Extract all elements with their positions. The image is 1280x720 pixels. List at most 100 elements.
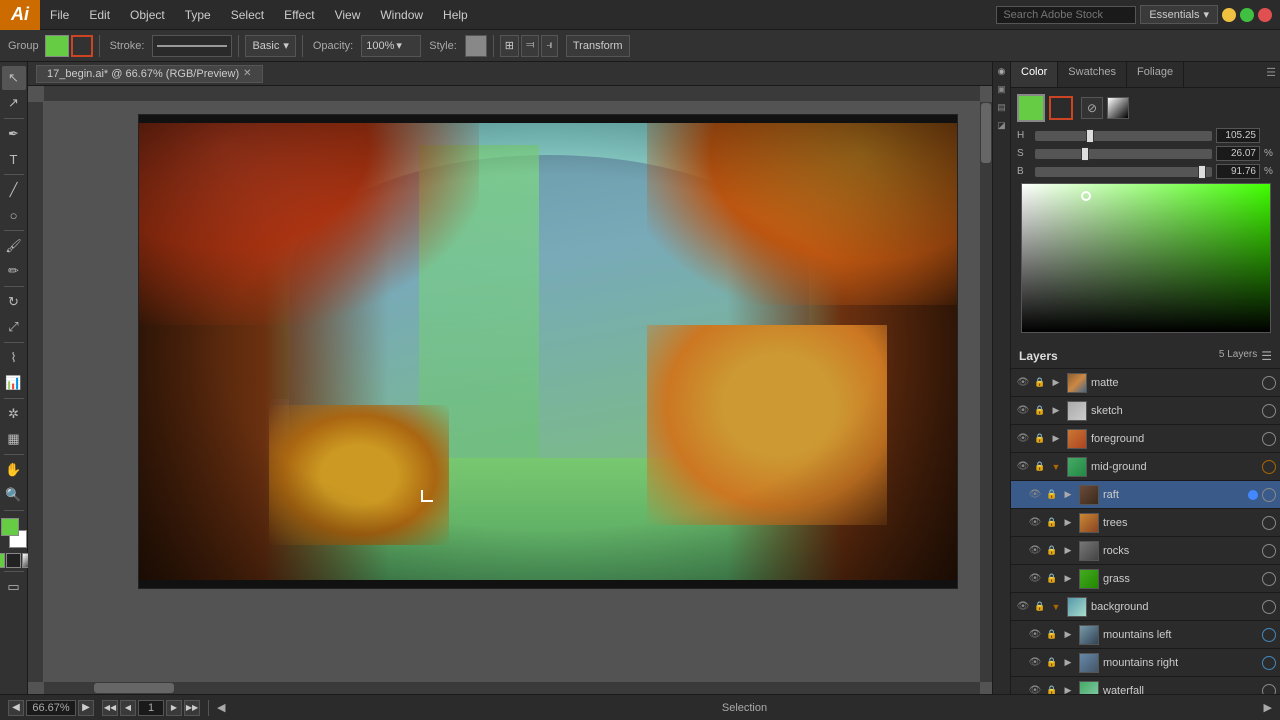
layer-foreground-circle[interactable]	[1262, 432, 1276, 446]
tool-warp[interactable]: ⌇	[2, 346, 26, 370]
layer-mid-ground[interactable]: 👁 🔒 ▼ mid-ground	[1011, 453, 1280, 481]
tool-column-graph[interactable]: ▦	[2, 427, 26, 451]
tool-type[interactable]: T	[2, 147, 26, 171]
tab-foliage[interactable]: Foliage	[1127, 62, 1184, 87]
layer-rocks[interactable]: 👁 🔒 ▶ rocks	[1011, 537, 1280, 565]
tool-scale[interactable]: ⤢	[2, 315, 26, 339]
layer-mountains-left-circle[interactable]	[1262, 628, 1276, 642]
tool-shape[interactable]: ○	[2, 203, 26, 227]
layer-mountains-right-lock[interactable]: 🔒	[1045, 656, 1059, 670]
zoom-value[interactable]: 66.67%	[26, 700, 76, 716]
layer-grass-eye[interactable]: 👁	[1027, 571, 1043, 587]
saturation-slider-thumb[interactable]	[1081, 147, 1089, 161]
window-minimize-button[interactable]	[1222, 8, 1236, 22]
layer-grass[interactable]: 👁 🔒 ▶ grass	[1011, 565, 1280, 593]
layer-sketch-lock[interactable]: 🔒	[1033, 404, 1047, 418]
layer-sketch-circle[interactable]	[1262, 404, 1276, 418]
saturation-slider-track[interactable]	[1035, 149, 1212, 159]
layer-waterfall-lock[interactable]: 🔒	[1045, 684, 1059, 695]
layer-foreground-eye[interactable]: 👁	[1015, 431, 1031, 447]
layer-background-expand[interactable]: ▼	[1049, 600, 1063, 614]
layer-mountains-left-expand[interactable]: ▶	[1061, 628, 1075, 642]
tool-symbol[interactable]: ✲	[2, 402, 26, 426]
layer-matte[interactable]: 👁 🔒 ▶ matte	[1011, 369, 1280, 397]
layer-trees-expand[interactable]: ▶	[1061, 516, 1075, 530]
hue-slider-track[interactable]	[1035, 131, 1212, 141]
zoom-prev-btn[interactable]: ◀	[8, 700, 24, 716]
layer-mountains-right-eye[interactable]: 👁	[1027, 655, 1043, 671]
layer-waterfall-expand[interactable]: ▶	[1061, 684, 1075, 695]
layer-raft-circle[interactable]	[1262, 488, 1276, 502]
layers-options-btn[interactable]: ☰	[1261, 349, 1272, 363]
transform-options-btn[interactable]: ⊞	[500, 35, 519, 57]
layer-matte-lock[interactable]: 🔒	[1033, 376, 1047, 390]
scrollbar-thumb-vertical[interactable]	[981, 103, 991, 163]
menu-object[interactable]: Object	[120, 0, 175, 30]
layer-background-lock[interactable]: 🔒	[1033, 600, 1047, 614]
layer-sketch[interactable]: 👁 🔒 ▶ sketch	[1011, 397, 1280, 425]
none-mode-btn[interactable]: ⊘	[1081, 97, 1103, 119]
fill-swatch-large[interactable]	[1017, 94, 1045, 122]
layer-waterfall[interactable]: 👁 🔒 ▶ waterfall	[1011, 677, 1280, 694]
fill-color-box[interactable]	[45, 35, 69, 57]
artwork-canvas[interactable]	[138, 114, 958, 589]
color-gradient-picker[interactable]	[1021, 183, 1271, 333]
layer-trees[interactable]: 👁 🔒 ▶ trees	[1011, 509, 1280, 537]
layer-background[interactable]: 👁 🔒 ▼ background	[1011, 593, 1280, 621]
stroke-weight-box[interactable]	[152, 35, 232, 57]
menu-edit[interactable]: Edit	[79, 0, 120, 30]
layer-raft-lock[interactable]: 🔒	[1045, 488, 1059, 502]
layer-trees-eye[interactable]: 👁	[1027, 515, 1043, 531]
stroke-swatch-large[interactable]	[1049, 96, 1073, 120]
gradient-mini-btn[interactable]: ▣	[995, 84, 1009, 98]
menu-select[interactable]: Select	[221, 0, 274, 30]
layer-rocks-lock[interactable]: 🔒	[1045, 544, 1059, 558]
tool-pen[interactable]: ✒	[2, 122, 26, 146]
style-dropdown[interactable]: Basic▾	[245, 35, 295, 57]
tab-swatches[interactable]: Swatches	[1058, 62, 1127, 87]
tool-line[interactable]: ╱	[2, 178, 26, 202]
layer-mountains-right-expand[interactable]: ▶	[1061, 656, 1075, 670]
layer-matte-eye[interactable]: 👁	[1015, 375, 1031, 391]
menu-view[interactable]: View	[325, 0, 371, 30]
layer-raft-eye[interactable]: 👁	[1027, 487, 1043, 503]
opacity-value[interactable]: 100%▾	[361, 35, 421, 57]
tool-zoom[interactable]: 🔍	[2, 483, 26, 507]
hue-slider-thumb[interactable]	[1086, 129, 1094, 143]
layer-rocks-expand[interactable]: ▶	[1061, 544, 1075, 558]
brightness-value-input[interactable]	[1216, 164, 1260, 179]
tab-color[interactable]: Color	[1011, 62, 1058, 87]
layer-grass-expand[interactable]: ▶	[1061, 572, 1075, 586]
layer-rocks-eye[interactable]: 👁	[1027, 543, 1043, 559]
tool-art-board[interactable]: ▭	[2, 575, 26, 599]
page-first-btn[interactable]: ◀◀	[102, 700, 118, 716]
menu-window[interactable]: Window	[370, 0, 433, 30]
tool-rotate[interactable]: ↻	[2, 290, 26, 314]
color-mini-btn[interactable]: ◉	[995, 66, 1009, 80]
layer-mid-ground-circle[interactable]	[1262, 460, 1276, 474]
layer-raft-expand[interactable]: ▶	[1061, 488, 1075, 502]
layer-raft[interactable]: 👁 🔒 ▶ raft	[1011, 481, 1280, 509]
layer-sketch-eye[interactable]: 👁	[1015, 403, 1031, 419]
menu-type[interactable]: Type	[175, 0, 221, 30]
tab-close-button[interactable]: ✕	[243, 68, 251, 79]
page-last-btn[interactable]: ▶▶	[184, 700, 200, 716]
layer-rocks-circle[interactable]	[1262, 544, 1276, 558]
layer-mountains-left[interactable]: 👁 🔒 ▶ mountains left	[1011, 621, 1280, 649]
scrollbar-thumb-horizontal[interactable]	[94, 683, 174, 693]
status-arrow-left[interactable]: ◀	[217, 701, 225, 714]
layer-matte-expand[interactable]: ▶	[1049, 376, 1063, 390]
menu-help[interactable]: Help	[433, 0, 478, 30]
layer-background-eye[interactable]: 👁	[1015, 599, 1031, 615]
layer-grass-circle[interactable]	[1262, 572, 1276, 586]
layer-mountains-right-circle[interactable]	[1262, 656, 1276, 670]
page-prev-btn[interactable]: ◀	[120, 700, 136, 716]
page-next-btn[interactable]: ▶	[166, 700, 182, 716]
menu-file[interactable]: File	[40, 0, 79, 30]
align-btn[interactable]: ⫤	[521, 35, 539, 57]
foreground-color-swatch[interactable]	[1, 518, 19, 536]
layer-mountains-left-eye[interactable]: 👁	[1027, 627, 1043, 643]
distribute-btn[interactable]: ⫣	[541, 35, 558, 57]
vertical-scrollbar[interactable]	[980, 102, 992, 682]
layer-mid-ground-expand[interactable]: ▼	[1049, 460, 1063, 474]
